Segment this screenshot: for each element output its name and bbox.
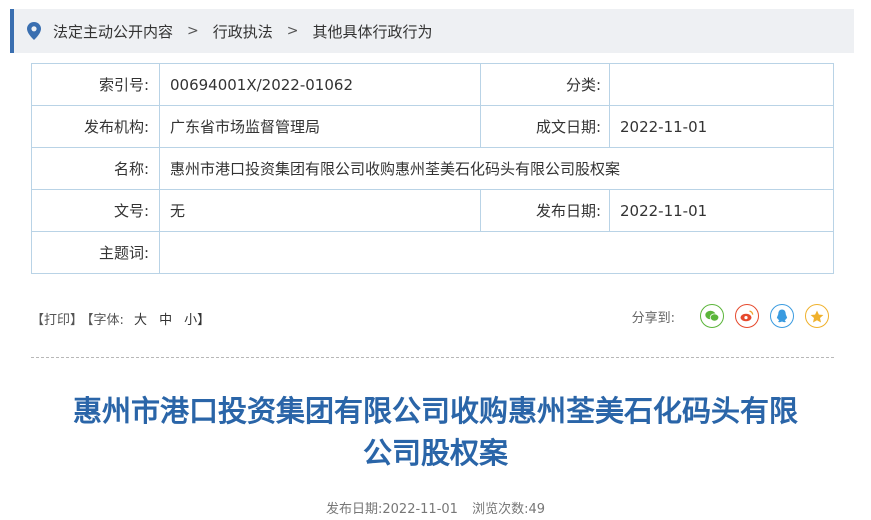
table-row: 索引号: 00694001X/2022-01062 分类: (31, 63, 834, 106)
written-date-label: 成文日期: (480, 105, 610, 148)
breadcrumb: 法定主动公开内容 > 行政执法 > 其他具体行政行为 (10, 9, 854, 53)
publish-date-label: 发布日期: (480, 189, 610, 232)
written-date-value: 2022-11-01 (609, 105, 834, 148)
location-pin-icon (27, 22, 41, 40)
doc-number-value: 无 (159, 189, 481, 232)
publisher-value: 广东省市场监督管理局 (159, 105, 481, 148)
font-medium-link[interactable]: 中 (159, 313, 172, 328)
name-label: 名称: (31, 147, 160, 190)
divider (31, 357, 834, 358)
category-label: 分类: (480, 63, 610, 106)
font-large-link[interactable]: 大 (134, 313, 147, 328)
document-metadata-table: 索引号: 00694001X/2022-01062 分类: 发布机构: 广东省市… (31, 63, 834, 274)
print-link[interactable]: 【打印】 (31, 313, 83, 328)
font-small-link[interactable]: 小】 (184, 313, 210, 328)
table-row: 文号: 无 发布日期: 2022-11-01 (31, 189, 834, 232)
breadcrumb-separator: > (286, 23, 299, 39)
breadcrumb-item-other-actions[interactable]: 其他具体行政行为 (313, 21, 433, 42)
subject-value (159, 231, 834, 274)
name-value: 惠州市港口投资集团有限公司收购惠州荃美石化码头有限公司股权案 (159, 147, 834, 190)
breadcrumb-separator: > (187, 23, 199, 39)
article-title: 惠州市港口投资集团有限公司收购惠州荃美石化码头有限 公司股权案 (0, 390, 871, 474)
article-info: 发布日期:2022-11-01 浏览次数:49 (0, 498, 871, 517)
table-row: 发布机构: 广东省市场监督管理局 成文日期: 2022-11-01 (31, 105, 834, 148)
share-bar: 分享到: (632, 304, 829, 328)
publish-date-info-label: 发布日期: (325, 502, 383, 517)
page-tools: 【打印】 【字体: 大中小】 (31, 309, 214, 328)
qzone-icon[interactable] (805, 304, 829, 328)
subject-label: 主题词: (31, 231, 160, 274)
views-label: 浏览次数: (472, 502, 529, 517)
views-count: 49 (528, 502, 546, 517)
table-row: 主题词: (31, 231, 834, 274)
qq-icon[interactable] (770, 304, 794, 328)
publisher-label: 发布机构: (31, 105, 160, 148)
breadcrumb-item-law-enforcement[interactable]: 行政执法 (213, 21, 273, 42)
index-value: 00694001X/2022-01062 (159, 63, 481, 106)
index-label: 索引号: (31, 63, 160, 106)
publish-date-info-value: 2022-11-01 (382, 502, 458, 517)
breadcrumb-item-public-content[interactable]: 法定主动公开内容 (53, 21, 173, 42)
table-row: 名称: 惠州市港口投资集团有限公司收购惠州荃美石化码头有限公司股权案 (31, 147, 834, 190)
article-title-line1: 惠州市港口投资集团有限公司收购惠州荃美石化码头有限 (72, 394, 798, 428)
article-title-line2: 公司股权案 (362, 436, 508, 470)
weibo-icon[interactable] (735, 304, 759, 328)
doc-number-label: 文号: (31, 189, 160, 232)
category-value (609, 63, 834, 106)
font-size-label: 【字体: (87, 313, 124, 328)
share-label: 分享到: (631, 310, 675, 326)
wechat-icon[interactable] (700, 304, 724, 328)
publish-date-value: 2022-11-01 (609, 189, 834, 232)
